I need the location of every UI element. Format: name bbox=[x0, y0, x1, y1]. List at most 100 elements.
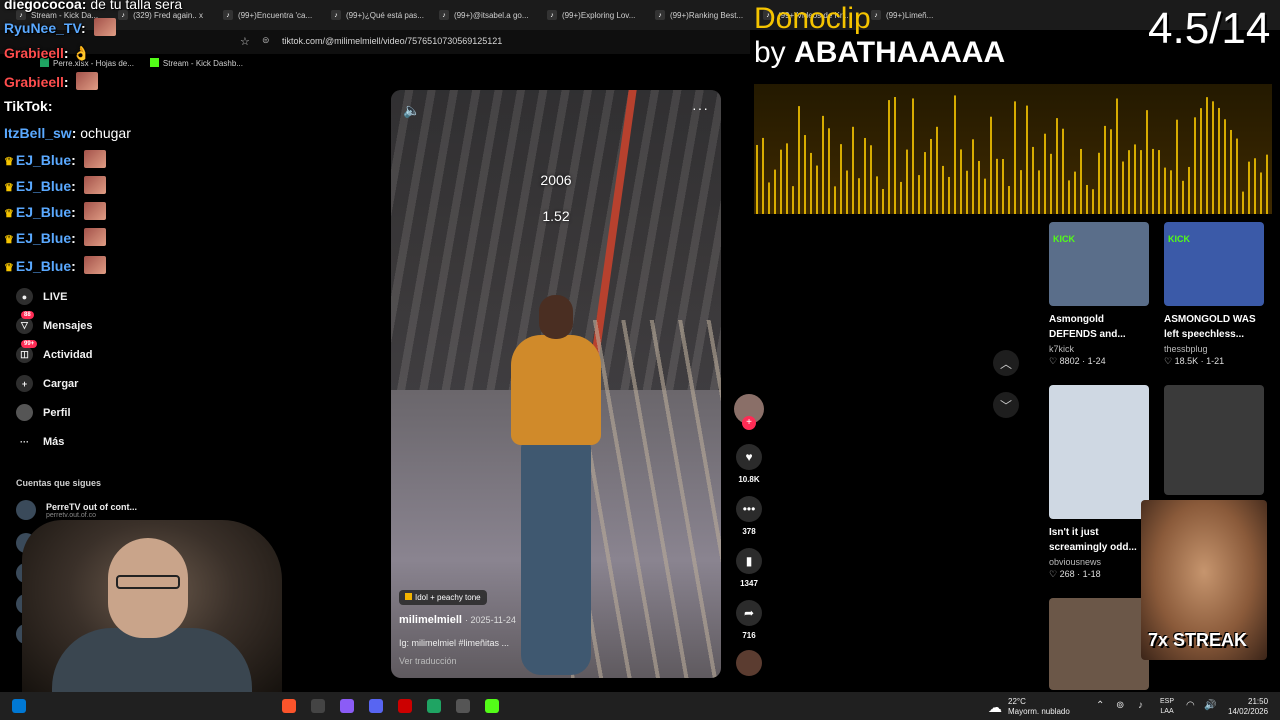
avatar bbox=[16, 500, 36, 520]
waveform-bar bbox=[1212, 101, 1214, 214]
brave-icon[interactable] bbox=[282, 699, 296, 713]
network-icon[interactable]: ⊚ bbox=[1116, 700, 1124, 711]
browser-tab[interactable]: ♪ (99+)¿Qué está pas... bbox=[323, 4, 427, 26]
settings-icon[interactable] bbox=[456, 699, 470, 713]
lang-top: ESP bbox=[1160, 698, 1175, 705]
bookmark-kick[interactable]: Stream - Kick Dashb... bbox=[149, 58, 243, 72]
waveform-bar bbox=[1188, 166, 1190, 214]
volume-tray-icon[interactable]: 🔊 bbox=[1204, 700, 1216, 711]
effect-tag[interactable]: Idol + peachy tone bbox=[399, 590, 487, 605]
chat-separator: : bbox=[71, 204, 80, 220]
music-disc-icon[interactable] bbox=[736, 650, 762, 676]
waveform-bar bbox=[1068, 180, 1070, 214]
tray-chevron-icon[interactable]: ⌃ bbox=[1096, 700, 1104, 711]
taskbar bbox=[0, 692, 1280, 720]
clock-time: 21:50 bbox=[1248, 697, 1269, 706]
windows-start-icon[interactable] bbox=[12, 699, 26, 713]
kick-app-icon[interactable] bbox=[485, 699, 499, 713]
waveform-bar bbox=[1266, 154, 1268, 214]
obs-icon[interactable] bbox=[311, 699, 325, 713]
comment-button[interactable]: ••• 378 bbox=[733, 496, 765, 536]
waveform-bar bbox=[1098, 152, 1100, 214]
browser-tab[interactable]: ♪ (99+)Ranking Best... bbox=[647, 4, 751, 26]
messages-icon: ▽ 88 bbox=[16, 311, 34, 334]
rec-thumbnail bbox=[1164, 385, 1264, 495]
weather-widget[interactable]: ☁ 22°C Mayorm. nublado bbox=[988, 697, 1070, 717]
waveform-bar bbox=[912, 98, 914, 214]
chat-username[interactable]: EJ_Blue bbox=[16, 230, 71, 246]
chat-text: ochugar bbox=[80, 125, 131, 141]
chat-username[interactable]: EJ_Blue bbox=[16, 258, 71, 274]
waveform-bar bbox=[942, 165, 944, 214]
browser-tabbar: ♪ Stream - Kick Da... ♪ (329) Fred again.. … bbox=[0, 0, 1280, 30]
site-info-icon[interactable]: ⊜ bbox=[262, 35, 270, 46]
creator-avatar[interactable]: + bbox=[734, 394, 764, 430]
prev-video-button[interactable]: ︿ bbox=[993, 350, 1019, 376]
waveform-bar bbox=[1242, 191, 1244, 214]
waveform-bar bbox=[780, 149, 782, 214]
sidebar-item-profile[interactable]: Perfil bbox=[16, 404, 71, 421]
chat-message: ♛ EJ_Blue: bbox=[4, 256, 106, 274]
waveform-bar bbox=[966, 170, 968, 214]
rec-card[interactable] bbox=[1164, 385, 1264, 495]
share-icon: ➦ bbox=[736, 600, 762, 626]
kick-logo: KICK bbox=[1168, 234, 1190, 244]
chat-username[interactable]: TikTok bbox=[4, 98, 48, 114]
next-video-button[interactable]: ﹀ bbox=[993, 392, 1019, 418]
chat-emote bbox=[83, 150, 106, 168]
microphone-icon[interactable]: ♪ bbox=[1138, 700, 1143, 711]
chat-username[interactable]: diegococoa bbox=[4, 0, 82, 12]
save-button[interactable]: ▮ 1347 bbox=[733, 548, 765, 588]
waveform-bar bbox=[960, 149, 962, 214]
sidebar-item-live[interactable]: ● LIVE bbox=[16, 288, 67, 305]
more-options-icon[interactable]: ··· bbox=[692, 100, 709, 116]
comment-count: 378 bbox=[742, 527, 756, 536]
volume-icon[interactable]: 🔈 bbox=[403, 102, 420, 119]
rec-card[interactable]: KICK Asmongold DEFENDS and... k7kick ♡ 8… bbox=[1049, 222, 1149, 367]
share-count: 716 bbox=[742, 631, 756, 640]
browser-tab[interactable]: ♪ (99+)Encuentra 'ca... bbox=[215, 4, 319, 26]
chat-message: ♛ EJ_Blue: bbox=[4, 176, 106, 194]
discord-icon[interactable] bbox=[369, 699, 383, 713]
sidebar-item-activity[interactable]: ◫ 99+ Actividad bbox=[16, 340, 93, 363]
rec-card[interactable]: KICK ASMONGOLD WAS left speechless... th… bbox=[1164, 222, 1264, 367]
translate-link[interactable]: Ver traducción bbox=[399, 656, 457, 666]
app-icon[interactable] bbox=[340, 699, 354, 713]
tab-label: (99+)¿Qué está pas... bbox=[345, 10, 424, 20]
following-item[interactable]: PerreTV out of cont... perretv.out.of.co bbox=[16, 500, 137, 520]
share-button[interactable]: ➦ 716 bbox=[733, 600, 765, 640]
video-author[interactable]: milimelmiell · 2025-11-24 bbox=[399, 614, 516, 626]
chat-username[interactable]: Grabieell bbox=[4, 74, 64, 90]
waveform-bar bbox=[1080, 148, 1082, 214]
sidebar-item-more[interactable]: ··· Más bbox=[16, 433, 64, 450]
sidebar-item-upload[interactable]: + Cargar bbox=[16, 375, 78, 392]
tiktok-video[interactable]: 🔈 ··· 2006 1.52 Idol + peachy tone milim… bbox=[391, 90, 721, 678]
chat-emote bbox=[76, 72, 99, 90]
sidebar-item-messages[interactable]: ▽ 88 Mensajes bbox=[16, 311, 93, 334]
chat-username[interactable]: ItzBell_sw bbox=[4, 125, 72, 141]
chat-username[interactable]: EJ_Blue bbox=[16, 178, 71, 194]
browser-tab[interactable]: ♪ (99+)Exploring Lov... bbox=[539, 4, 643, 26]
audio-waveform bbox=[754, 84, 1272, 214]
opera-icon[interactable] bbox=[398, 699, 412, 713]
follow-plus-icon[interactable]: + bbox=[742, 416, 756, 430]
browser-tab[interactable]: ♪ (99+)@itsabel.a go... bbox=[431, 4, 535, 26]
like-button[interactable]: ♥ 10.8K bbox=[733, 444, 765, 484]
chat-username[interactable]: RyuNee_TV bbox=[4, 20, 81, 36]
rec-card[interactable] bbox=[1049, 598, 1149, 690]
spreadsheet-icon[interactable] bbox=[427, 699, 441, 713]
donoclip-counter: 4.5/14 bbox=[1148, 4, 1271, 53]
chevron-down-icon: ﹀ bbox=[999, 398, 1012, 413]
chat-username[interactable]: Grabieell bbox=[4, 45, 64, 61]
wifi-icon[interactable]: ◠ bbox=[1186, 700, 1195, 711]
system-clock[interactable]: 21:50 14/02/2026 bbox=[1228, 697, 1268, 717]
url-field[interactable]: tiktok.com/@milimelmiell/video/757651073… bbox=[282, 36, 502, 46]
rec-card[interactable]: Isn't it just screamingly odd... obvious… bbox=[1049, 385, 1149, 580]
chat-username[interactable]: EJ_Blue bbox=[16, 152, 71, 168]
bookmark-star-icon[interactable]: ☆ bbox=[240, 35, 250, 48]
language-indicator[interactable]: ESP LAA bbox=[1160, 697, 1174, 717]
following-name: PerreTV out of cont... bbox=[46, 501, 138, 512]
comment-icon: ••• bbox=[736, 496, 762, 522]
chat-username[interactable]: EJ_Blue bbox=[16, 204, 71, 220]
waveform-bar bbox=[1020, 170, 1022, 214]
